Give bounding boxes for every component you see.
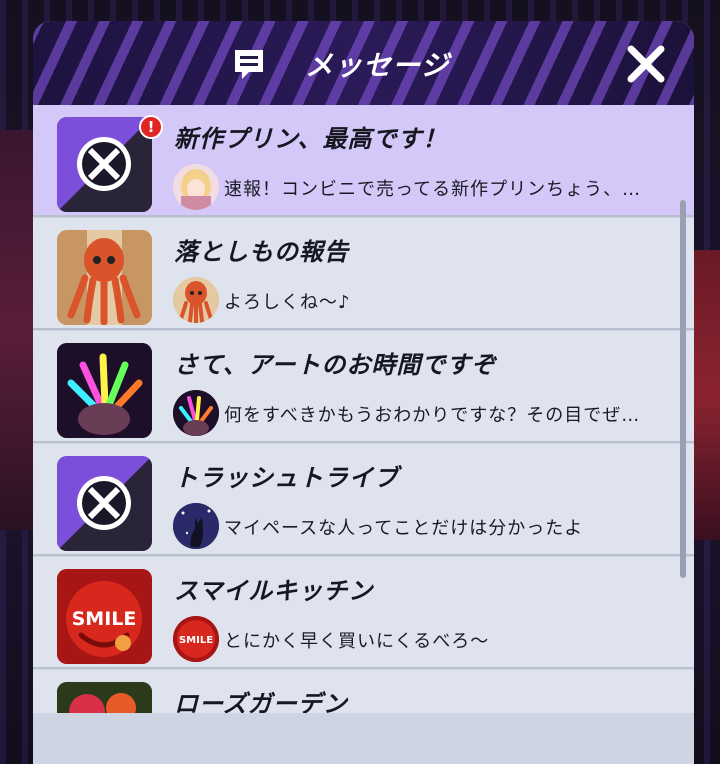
message-list[interactable]: ! 新作プリン、最高です！ 速報！コンビニで売ってる新作プリンちょう、… 落とし…	[33, 105, 694, 713]
smile-logo-text: SMILE	[72, 608, 137, 630]
message-row[interactable]: ローズガーデン	[33, 670, 694, 713]
trash-tribe-logo-icon	[57, 117, 152, 212]
message-row[interactable]: SMILE スマイルキッチン SMILE とにかく早く買いにくるべろ～	[33, 557, 694, 669]
message-preview: 何をすべきかもうおわかりですな？その目でぜ…	[224, 405, 641, 426]
message-row[interactable]: 落としもの報告 よろしくね～♪	[33, 218, 694, 330]
close-icon	[627, 45, 665, 83]
message-preview: よろしくね～♪	[224, 292, 351, 313]
night-cat-avatar-icon	[173, 503, 219, 549]
message-title: さて、アートのお時間ですぞ	[174, 351, 497, 379]
message-title: ローズガーデン	[174, 690, 348, 713]
message-preview: マイペースな人ってことだけは分かったよ	[224, 518, 584, 539]
trash-tribe-logo-icon	[57, 456, 152, 551]
message-preview: とにかく早く買いにくるべろ～	[224, 631, 490, 652]
message-icon	[235, 50, 263, 79]
smile-avatar-text: SMILE	[179, 635, 213, 646]
octopus-mascot-icon	[57, 230, 152, 325]
message-row[interactable]: さて、アートのお時間ですぞ 何をすべきかもうおわかりですな？その目でぜ…	[33, 331, 694, 443]
neon-glowsticks-avatar-icon	[173, 390, 219, 436]
scrollbar[interactable]	[680, 200, 686, 578]
message-title: トラッシュトライブ	[174, 464, 399, 492]
message-row[interactable]: トラッシュトライブ マイペースな人ってことだけは分かったよ	[33, 444, 694, 556]
smile-kitchen-logo-icon: SMILE	[57, 569, 152, 664]
background-right-panel	[692, 250, 720, 540]
background-left-panel	[0, 130, 34, 530]
message-preview: 速報！コンビニで売ってる新作プリンちょう、…	[224, 179, 642, 200]
page-title: メッセージ	[305, 49, 450, 82]
smile-kitchen-avatar-icon: SMILE	[173, 616, 219, 662]
message-title: 新作プリン、最高です！	[174, 125, 448, 153]
message-title: 落としもの報告	[174, 238, 349, 266]
message-title: スマイルキッチン	[174, 577, 374, 605]
rose-garden-logo-icon	[57, 682, 152, 713]
unread-badge: !	[139, 115, 163, 139]
message-panel: メッセージ ! 新作プリン、最高です！ 速報！コンビニで売ってる新作プリンちょう…	[33, 21, 694, 764]
message-row[interactable]: ! 新作プリン、最高です！ 速報！コンビニで売ってる新作プリンちょう、…	[33, 105, 694, 217]
neon-glowsticks-icon	[57, 343, 152, 438]
octopus-mascot-avatar-icon	[173, 277, 219, 323]
panel-header: メッセージ	[33, 21, 694, 105]
header-title-group: メッセージ	[231, 44, 449, 84]
blonde-girl-avatar-icon	[173, 164, 219, 210]
close-button[interactable]	[623, 41, 669, 87]
